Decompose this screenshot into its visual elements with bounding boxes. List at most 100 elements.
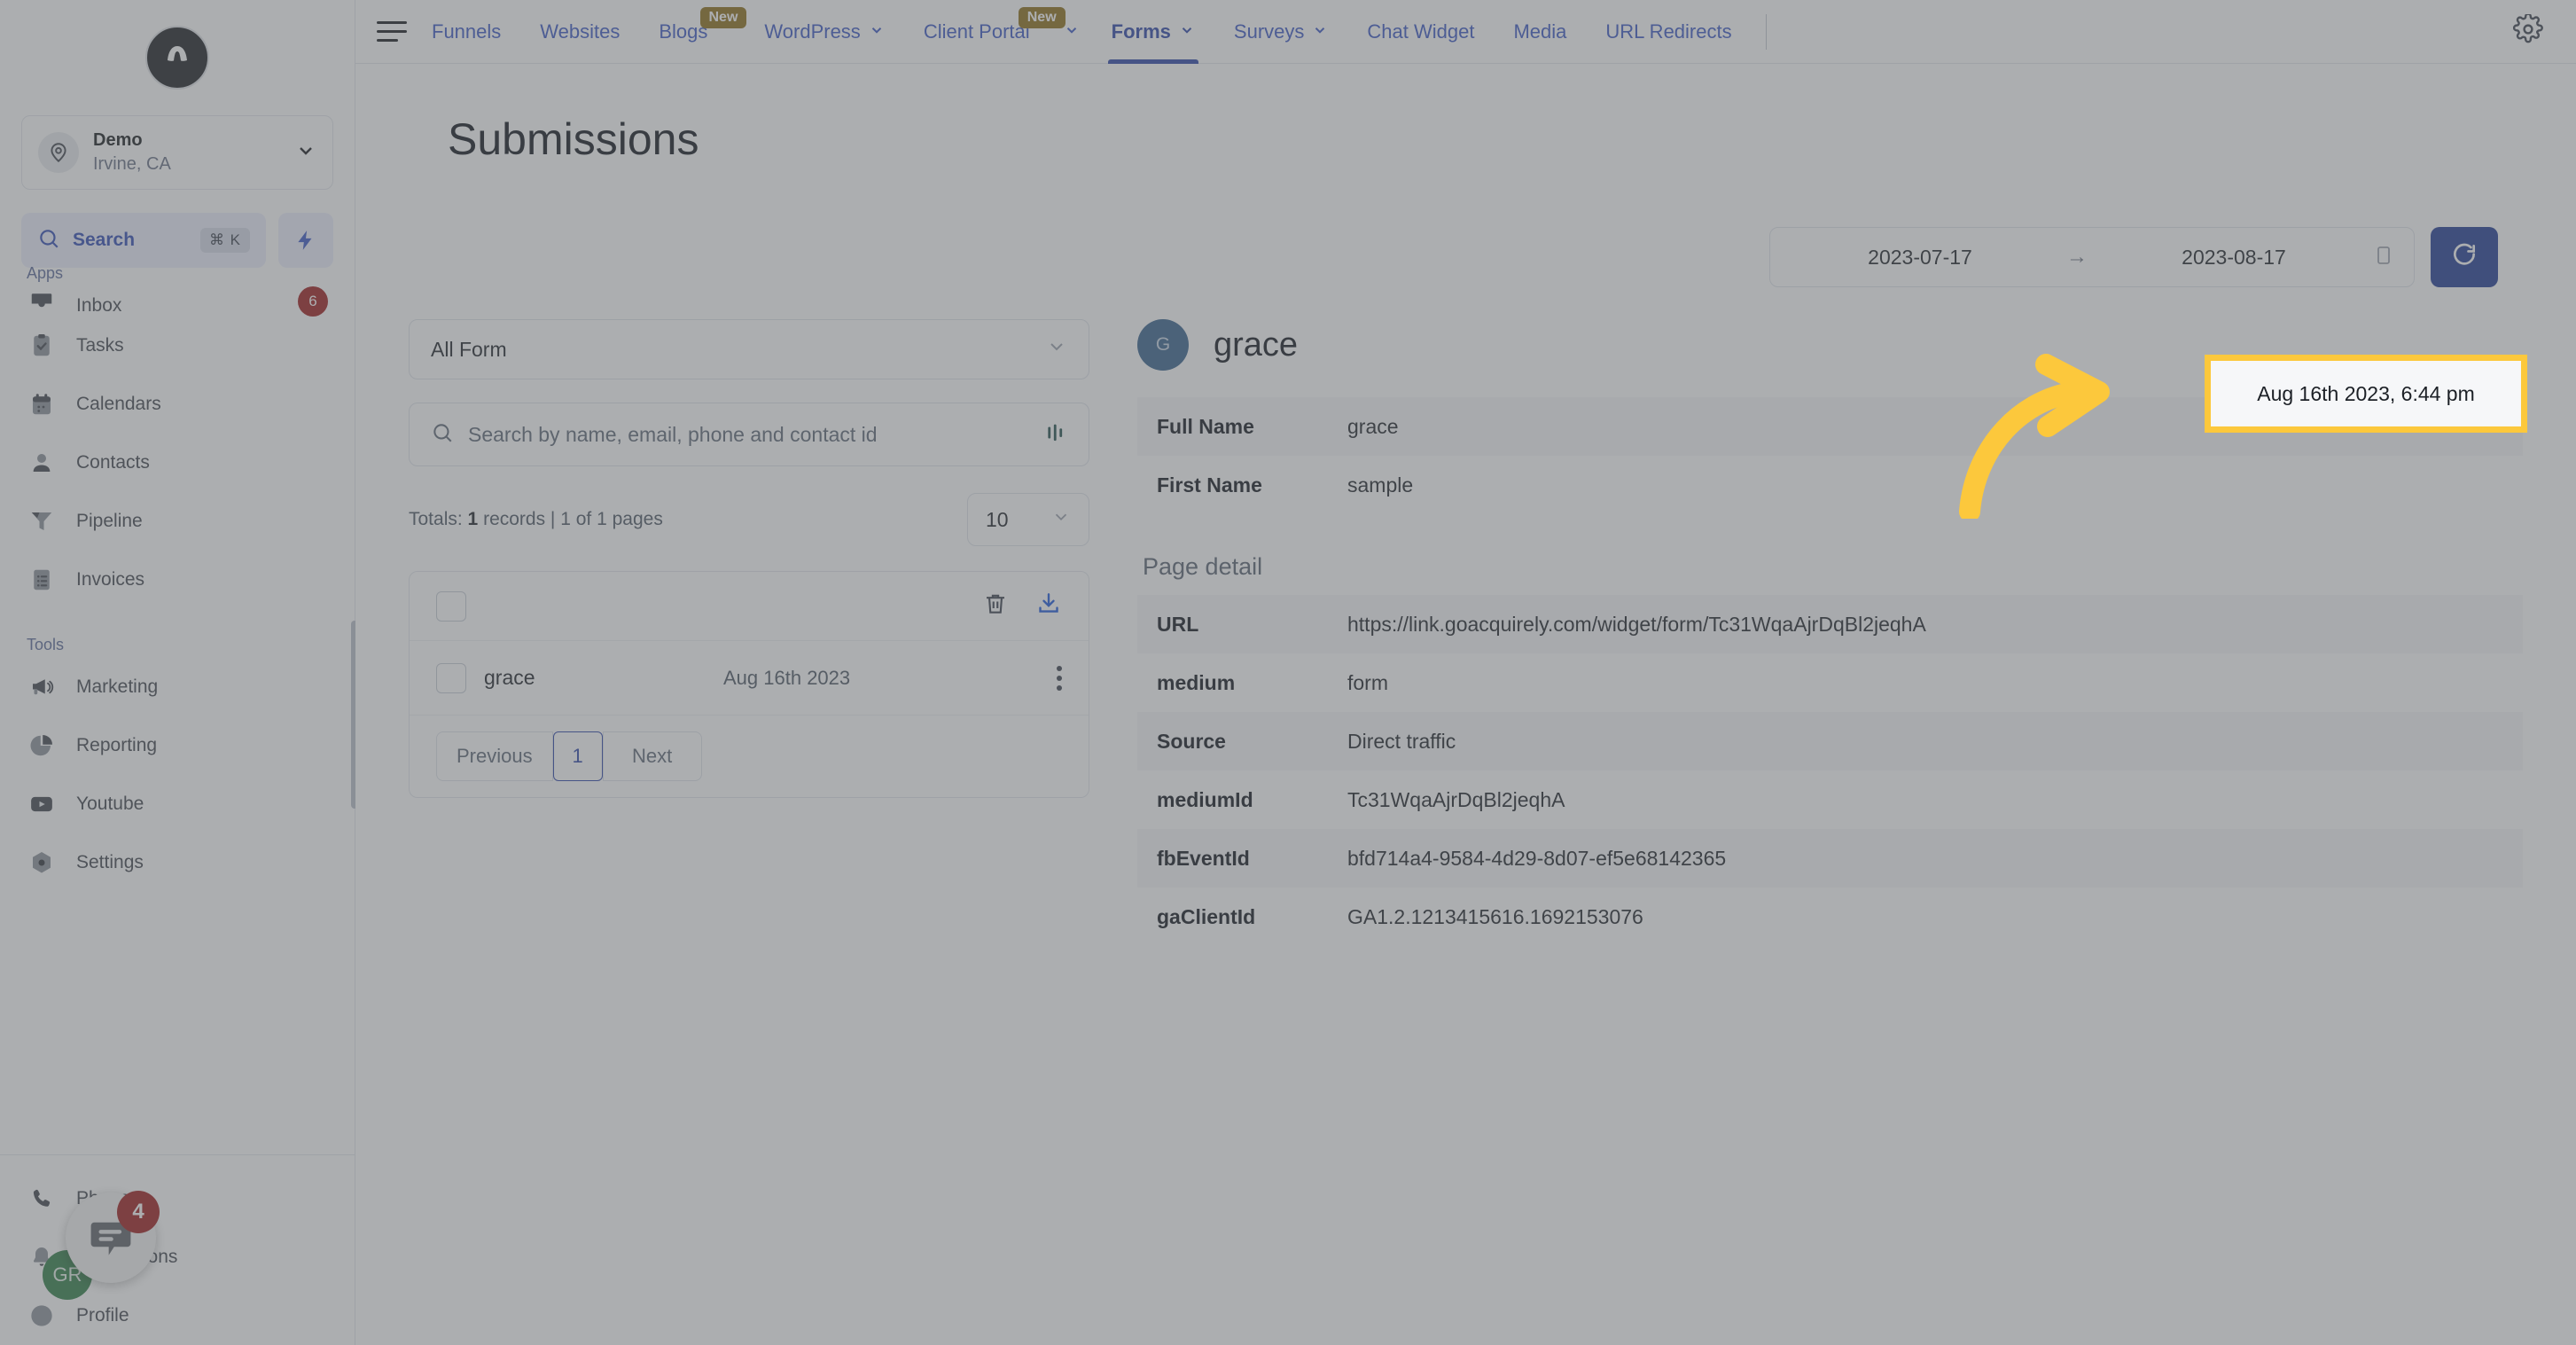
nav-label: Forms	[1111, 20, 1171, 43]
nav-label: Chat Widget	[1367, 20, 1475, 43]
submissions-search-placeholder: Search by name, email, phone and contact…	[468, 422, 878, 446]
sidebar-section-apps-label: Apps	[27, 264, 64, 282]
row-more-options-icon[interactable]	[1057, 665, 1062, 691]
sidebar-item-label: Inbox	[76, 295, 122, 316]
date-range-picker[interactable]: 2023-07-17 → 2023-08-17	[1769, 227, 2415, 287]
submissions-search-input[interactable]: Search by name, email, phone and contact…	[409, 403, 1089, 466]
sidebar-item-tasks[interactable]: Tasks	[0, 317, 355, 375]
chevron-down-icon	[1312, 20, 1328, 43]
sidebar-item-label: Tasks	[76, 335, 124, 356]
field-key: medium	[1157, 670, 1236, 694]
field-key: First Name	[1157, 473, 1262, 497]
search-icon	[37, 227, 60, 254]
nav-item-blogs[interactable]: Blogs New	[639, 0, 747, 64]
sidebar-item-label: Calendars	[76, 394, 161, 414]
main-content: Submissions 2023-07-17 → 2023-08-17 All …	[355, 64, 2576, 1345]
location-sub: Irvine, CA	[93, 154, 171, 174]
location-switcher[interactable]: Demo Irvine, CA	[21, 115, 333, 190]
sidebar-item-invoices[interactable]: Invoices	[0, 551, 355, 609]
filter-columns-icon[interactable]	[1044, 421, 1067, 449]
page-title: Submissions	[448, 114, 699, 164]
submissions-list-panel: All Form Search by name, email, phone an…	[409, 319, 1089, 946]
per-page-select[interactable]: 10	[967, 493, 1089, 546]
previous-page-button[interactable]: Previous	[436, 731, 553, 781]
table-row: medium form	[1137, 653, 2523, 712]
nav-item-url-redirects[interactable]: URL Redirects	[1586, 0, 1751, 64]
location-pin-icon	[38, 132, 79, 173]
nav-item-websites[interactable]: Websites	[520, 0, 639, 64]
nav-links: Funnels Websites Blogs New WordPress Cli…	[412, 0, 2503, 64]
table-row: Source Direct traffic	[1137, 712, 2523, 770]
pie-chart-icon	[27, 731, 57, 761]
settings-gear-icon	[27, 848, 57, 878]
app-logo[interactable]	[145, 26, 209, 90]
table-row[interactable]: grace Aug 16th 2023	[410, 641, 1089, 716]
toolbar: 2023-07-17 → 2023-08-17	[409, 227, 2523, 287]
menu-toggle-button[interactable]	[371, 12, 412, 52]
inbox-icon	[27, 286, 57, 317]
nav-divider	[1765, 13, 1767, 50]
chat-widget-button[interactable]: 4	[66, 1191, 160, 1283]
chevron-down-icon	[869, 20, 885, 43]
app-root: Demo Irvine, CA Search ⌘ K Apps Inbox 6 …	[0, 0, 2576, 1345]
sidebar-item-calendars[interactable]: Calendars	[0, 375, 355, 434]
sidebar-item-reporting[interactable]: Reporting	[0, 716, 355, 775]
nav-item-forms[interactable]: Forms	[1092, 0, 1214, 64]
nav-label: Media	[1513, 20, 1567, 43]
sidebar-item-settings[interactable]: Settings	[0, 833, 355, 892]
calendar-icon	[2373, 244, 2394, 271]
chevron-down-icon	[1064, 20, 1080, 43]
sidebar-item-label: Pipeline	[76, 511, 143, 531]
sidebar-item-pipeline[interactable]: Pipeline	[0, 492, 355, 551]
page-number-1[interactable]: 1	[552, 731, 603, 781]
calendar-icon	[27, 389, 57, 419]
table-row: URL https://link.goacquirely.com/widget/…	[1137, 595, 2523, 653]
form-filter-select[interactable]: All Form	[409, 319, 1089, 379]
download-icon[interactable]	[1035, 590, 1062, 622]
field-value: Tc31WqaAjrDqBl2jeqhA	[1347, 787, 1565, 811]
sidebar-section-tools-label: Tools	[27, 636, 65, 653]
field-value: Direct traffic	[1347, 729, 1456, 753]
refresh-button[interactable]	[2431, 227, 2498, 287]
sidebar-item-label: Reporting	[76, 735, 158, 755]
field-key: URL	[1157, 612, 1199, 636]
nav-item-client-portal[interactable]: Client Portal New	[904, 0, 1092, 64]
records-card: grace Aug 16th 2023 Previous 1 Next	[409, 571, 1089, 798]
nav-label: URL Redirects	[1605, 20, 1732, 43]
date-end[interactable]: 2023-08-17	[2104, 246, 2364, 270]
nav-label: Websites	[540, 20, 621, 43]
date-start[interactable]: 2023-07-17	[1790, 246, 2050, 270]
nav-item-media[interactable]: Media	[1494, 0, 1586, 64]
sidebar-item-label: Settings	[76, 852, 144, 872]
totals-row: Totals: 1 records | 1 of 1 pages 10	[409, 493, 1089, 546]
chevron-down-icon	[1179, 20, 1195, 43]
totals-count: 1	[467, 509, 479, 529]
sidebar-item-phone[interactable]: Phone	[0, 1169, 355, 1228]
pipeline-icon	[27, 506, 57, 536]
nav-item-surveys[interactable]: Surveys	[1214, 0, 1347, 64]
field-key: Full Name	[1157, 414, 1254, 438]
row-checkbox[interactable]	[436, 662, 466, 693]
nav-item-wordpress[interactable]: WordPress	[745, 0, 903, 64]
form-filter-value: All Form	[431, 337, 507, 361]
search-icon	[431, 421, 454, 449]
sidebar-item-inbox[interactable]: Inbox 6	[0, 286, 355, 317]
sidebar-item-contacts[interactable]: Contacts	[0, 434, 355, 492]
next-page-button[interactable]: Next	[602, 731, 702, 781]
page-detail-title: Page detail	[1143, 553, 1263, 580]
totals-prefix: Totals:	[409, 509, 463, 529]
sidebar-item-marketing[interactable]: Marketing	[0, 658, 355, 716]
avatar: G	[1137, 319, 1189, 371]
sidebar-item-label: Invoices	[76, 569, 145, 590]
new-badge: New	[699, 6, 747, 29]
nav-label: Surveys	[1233, 20, 1305, 43]
sidebar-item-youtube[interactable]: Youtube	[0, 775, 355, 833]
submission-timestamp-highlight: Aug 16th 2023, 6:44 pm	[2205, 355, 2527, 433]
nav-item-funnels[interactable]: Funnels	[412, 0, 520, 64]
select-all-checkbox[interactable]	[436, 590, 466, 622]
submission-timestamp: Aug 16th 2023, 6:44 pm	[2257, 381, 2475, 405]
nav-item-chat-widget[interactable]: Chat Widget	[1347, 0, 1494, 64]
settings-button[interactable]	[2503, 7, 2553, 57]
table-row: mediumId Tc31WqaAjrDqBl2jeqhA	[1137, 770, 2523, 829]
delete-icon[interactable]	[982, 590, 1009, 622]
